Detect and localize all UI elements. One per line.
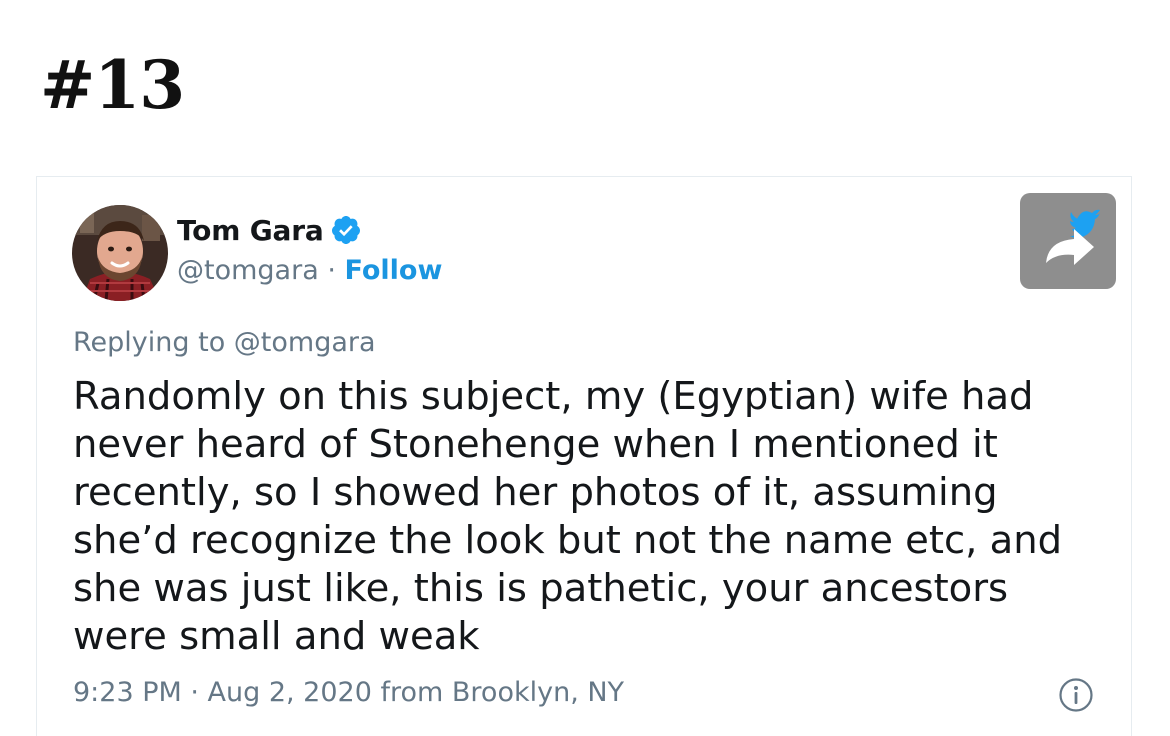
replying-to: Replying to @tomgara bbox=[73, 327, 376, 358]
author-handle[interactable]: @tomgara bbox=[177, 255, 319, 286]
author-row: Tom Gara bbox=[177, 213, 362, 247]
page-heading: #13 bbox=[40, 46, 185, 124]
follow-link[interactable]: Follow bbox=[345, 255, 443, 286]
author-name[interactable]: Tom Gara bbox=[177, 214, 324, 247]
info-icon[interactable] bbox=[1058, 677, 1094, 713]
twitter-share-icon bbox=[1046, 209, 1100, 265]
tweet-text: Randomly on this subject, my (Egyptian) … bbox=[73, 374, 1063, 659]
tweet-card: Tom Gara @tomgara · Follow Replying to @… bbox=[36, 176, 1132, 736]
verified-badge-icon bbox=[331, 216, 360, 244]
handle-row: @tomgara · Follow bbox=[177, 255, 442, 286]
handle-separator: · bbox=[318, 255, 345, 286]
avatar[interactable] bbox=[72, 205, 168, 301]
twitter-share-button[interactable] bbox=[1020, 193, 1116, 289]
tweet-timestamp[interactable]: 9:23 PM · Aug 2, 2020 from Brooklyn, NY bbox=[73, 677, 624, 708]
